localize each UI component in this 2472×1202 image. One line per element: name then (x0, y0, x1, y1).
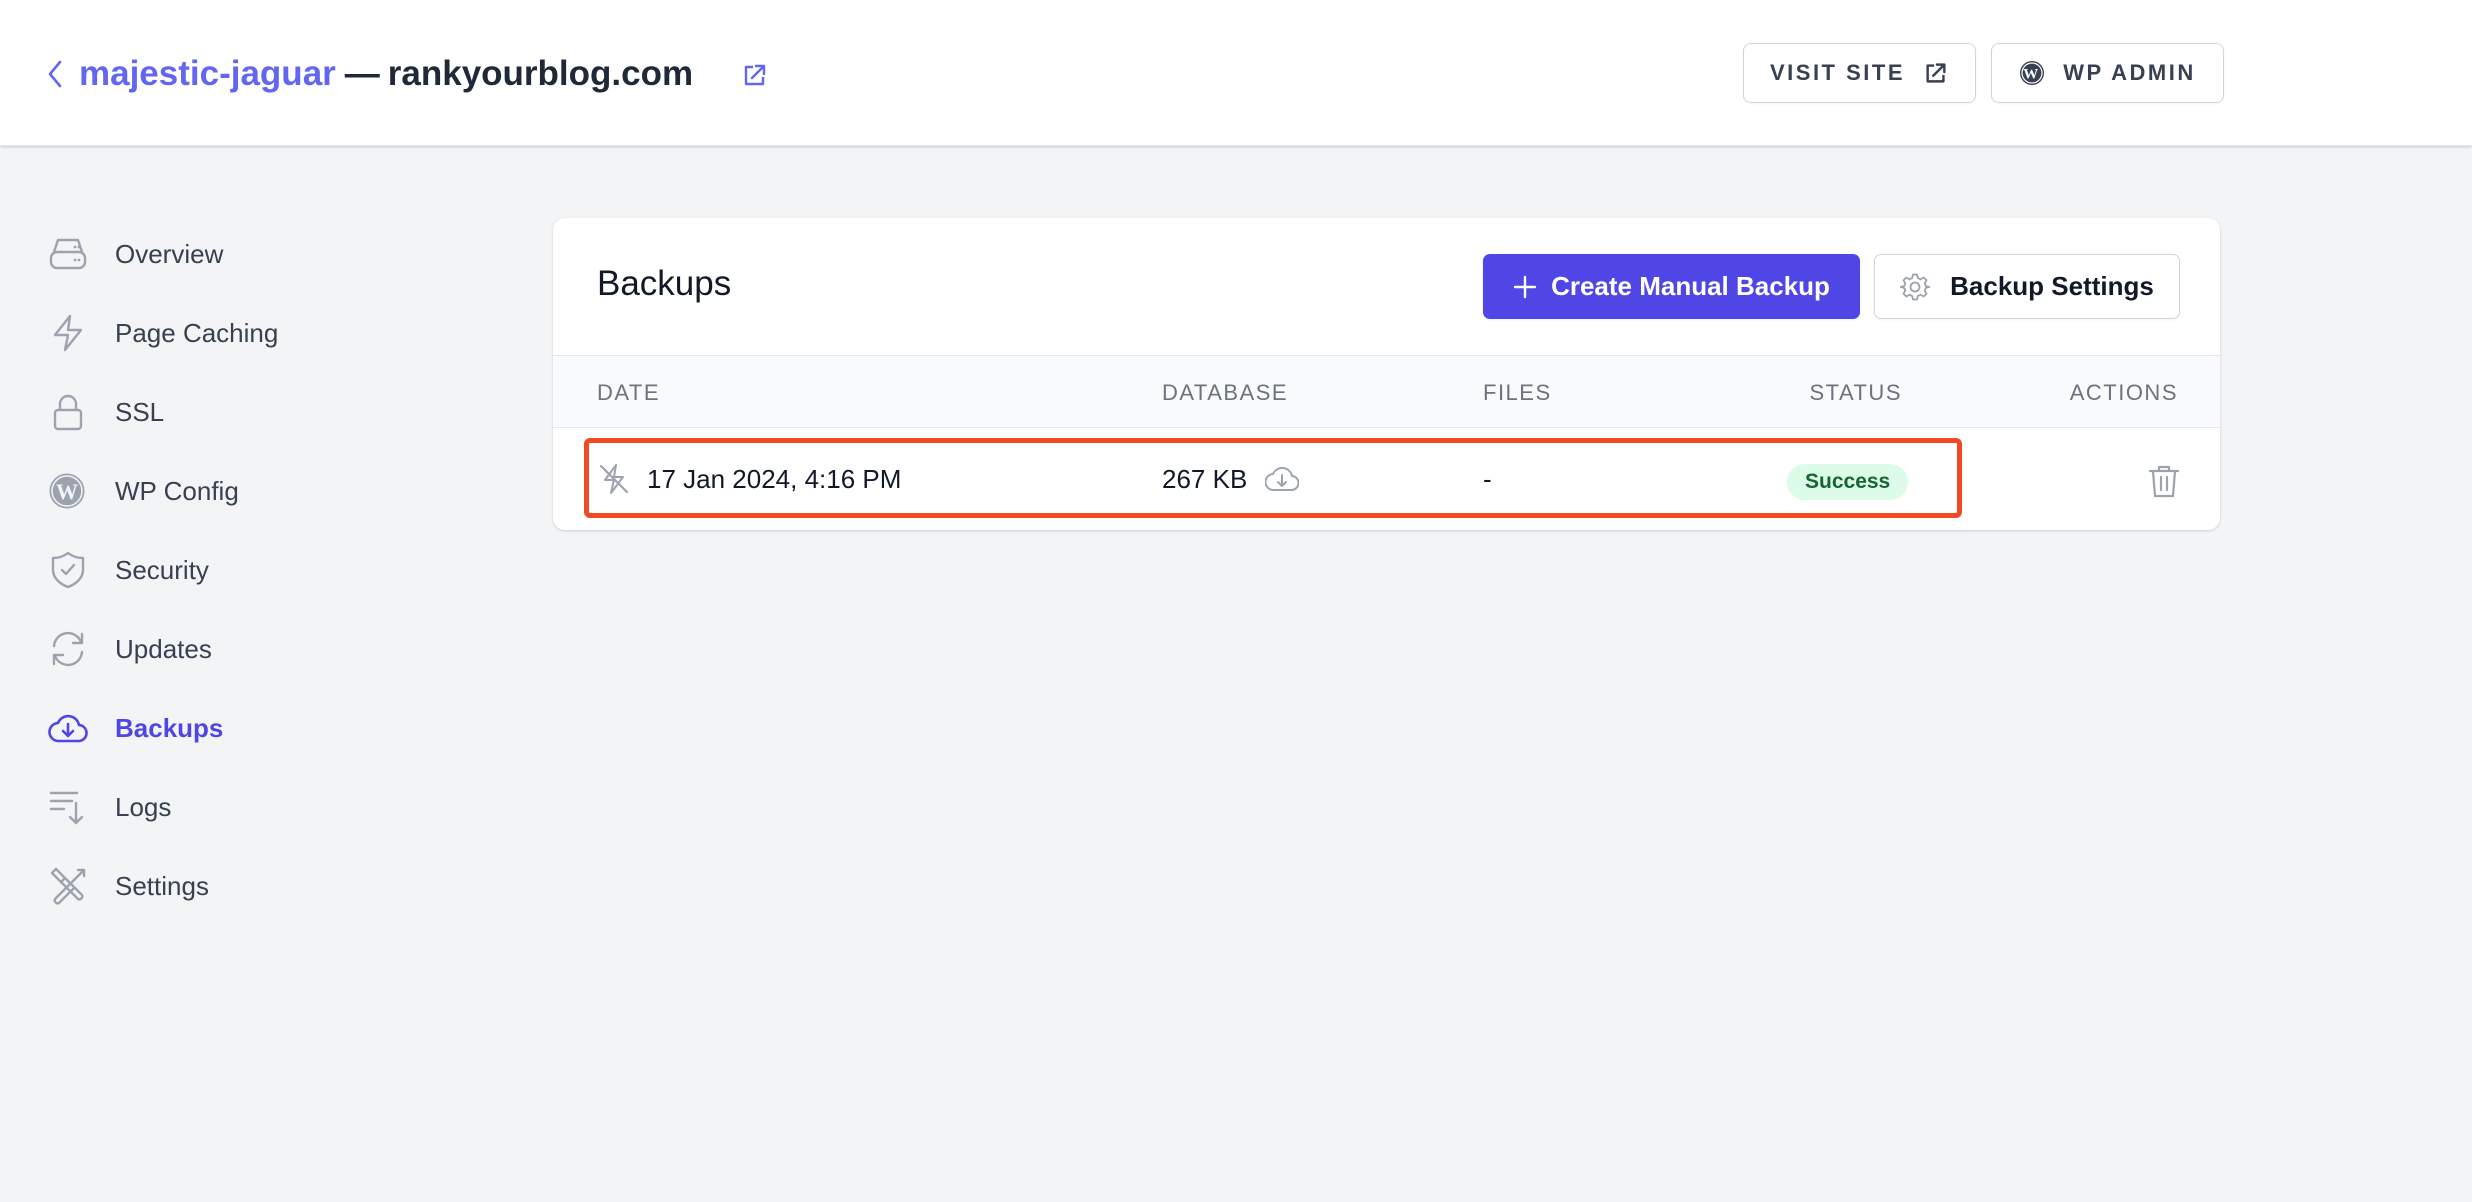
bolt-icon (48, 310, 94, 356)
sidebar-item-label: Settings (115, 870, 209, 901)
sidebar-item-label: Logs (115, 791, 172, 822)
status-badge: Success (1787, 464, 1909, 500)
title-separator: — (344, 54, 380, 93)
sidebar-item-label: Backups (115, 712, 224, 743)
wrench-screwdriver-icon (48, 863, 94, 909)
sidebar-item-updates[interactable]: Updates (48, 621, 448, 677)
backup-date: 17 Jan 2024, 4:16 PM (647, 463, 902, 494)
site-domain: rankyourblog.com (387, 54, 694, 93)
sidebar-item-label: Security (115, 554, 209, 585)
refresh-icon (48, 626, 94, 672)
wordpress-icon: W (48, 468, 94, 514)
list-arrow-down-icon (48, 784, 94, 830)
backup-settings-label: Backup Settings (1950, 271, 2154, 301)
backup-database-cell: 267 KB (1162, 428, 1300, 530)
visit-site-button[interactable]: VISIT SITE (1743, 43, 1976, 103)
column-header-status: STATUS (1809, 379, 1902, 405)
sidebar-item-label: Updates (115, 633, 212, 664)
table-header: DATE DATABASE FILES STATUS ACTIONS (553, 355, 2220, 428)
external-link-icon (744, 64, 766, 86)
table-row: 17 Jan 2024, 4:16 PM 267 KB - Success (553, 428, 2220, 530)
plus-icon (1513, 275, 1537, 298)
svg-text:W: W (2024, 67, 2042, 83)
top-header: majestic-jaguar — rankyourblog.com VISIT… (0, 0, 2472, 146)
cloud-download-icon[interactable] (1265, 462, 1300, 496)
trash-icon[interactable] (2147, 463, 2181, 499)
sidebar-item-backups[interactable]: Backups (48, 700, 448, 756)
create-manual-backup-button[interactable]: Create Manual Backup (1483, 254, 1860, 319)
gear-icon (1900, 273, 1931, 300)
svg-text:W: W (56, 479, 78, 504)
sidebar-item-wp-config[interactable]: W WP Config (48, 463, 448, 519)
chevron-left-icon (48, 60, 62, 88)
cloud-download-icon (48, 705, 94, 751)
column-header-date: DATE (597, 379, 661, 405)
column-header-actions: ACTIONS (2069, 379, 2178, 405)
column-header-database: DATABASE (1162, 379, 1289, 405)
visit-site-label: VISIT SITE (1769, 60, 1906, 85)
backup-files-cell: - (1483, 463, 1492, 494)
create-manual-backup-label: Create Manual Backup (1551, 271, 1830, 301)
server-icon (48, 231, 94, 277)
wp-admin-label: WP ADMIN (2063, 60, 2196, 85)
bolt-slash-icon (599, 464, 629, 494)
wordpress-icon: W (2020, 61, 2045, 85)
sidebar-item-overview[interactable]: Overview (48, 226, 448, 282)
shield-check-icon (48, 547, 94, 593)
sidebar-item-security[interactable]: Security (48, 542, 448, 598)
backups-card: Backups Create Manual Backup Backup Sett… (553, 218, 2220, 530)
sidebar-item-logs[interactable]: Logs (48, 779, 448, 835)
external-link-icon (1926, 63, 1946, 83)
wp-admin-button[interactable]: W WP ADMIN (1991, 43, 2224, 103)
site-name-link[interactable]: majestic-jaguar (79, 54, 336, 94)
sidebar-item-settings[interactable]: Settings (48, 858, 448, 914)
open-domain-link[interactable] (741, 61, 769, 89)
lock-icon (48, 389, 94, 435)
backup-settings-button[interactable]: Backup Settings (1874, 254, 2180, 319)
sidebar-item-label: WP Config (115, 475, 239, 506)
sidebar-item-ssl[interactable]: SSL (48, 384, 448, 440)
card-title: Backups (597, 264, 732, 303)
page-heading: majestic-jaguar — rankyourblog.com (79, 50, 693, 98)
backup-date-cell: 17 Jan 2024, 4:16 PM (597, 428, 901, 530)
database-size: 267 KB (1162, 463, 1248, 494)
sidebar-item-page-caching[interactable]: Page Caching (48, 305, 448, 361)
back-button[interactable] (44, 58, 66, 90)
sidebar-item-label: SSL (115, 396, 165, 427)
sidebar-item-label: Overview (115, 238, 224, 269)
sidebar-item-label: Page Caching (115, 317, 279, 348)
column-header-files: FILES (1483, 379, 1552, 405)
